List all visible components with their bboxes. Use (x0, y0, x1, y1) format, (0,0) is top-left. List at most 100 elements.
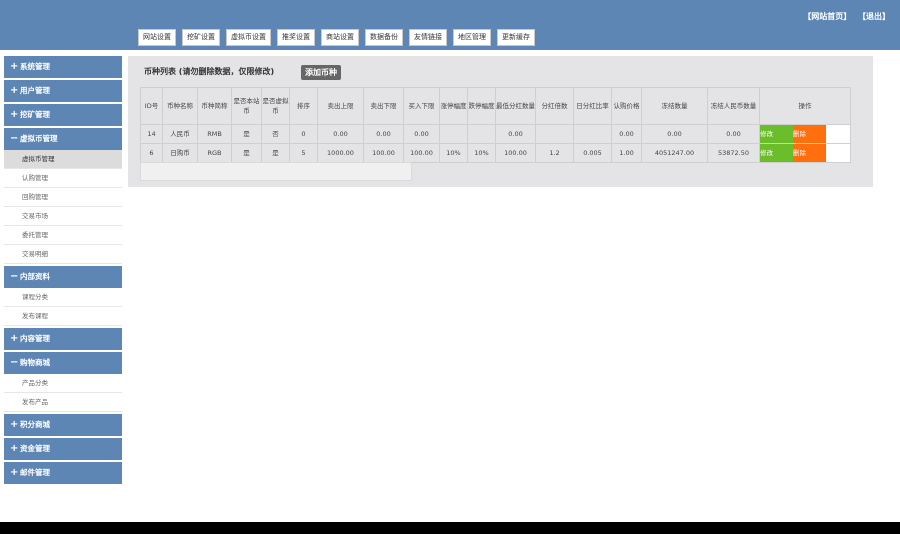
sidebar-group-label: 挖矿管理 (20, 110, 50, 119)
sidebar-group-points-mall[interactable]: + 积分商城 (4, 414, 122, 436)
delete-button[interactable]: 删除 (793, 125, 826, 143)
nav-region-button[interactable]: 地区管理 (453, 29, 491, 46)
sidebar-group-mail[interactable]: + 邮件管理 (4, 462, 122, 484)
table-cell: 0.00 (363, 124, 404, 144)
nav-site-settings-button[interactable]: 网站设置 (138, 29, 176, 46)
home-link[interactable]: 【网站首页】 (803, 12, 851, 21)
column-header: 涨停幅度 (439, 87, 468, 125)
page-title: 币种列表 (请勿删除数据，仅限修改) (144, 67, 275, 76)
column-header: 操作 (759, 87, 851, 125)
sidebar-group-shop[interactable]: − 购物商城 (4, 352, 122, 374)
nav-coin-settings-button[interactable]: 虚拟币设置 (226, 29, 271, 46)
table-cell: RMB (197, 124, 232, 144)
plus-icon: + (10, 443, 19, 454)
table-cell: 0.00 (611, 124, 642, 144)
bottom-bar (0, 522, 900, 534)
column-header: 分红倍数 (535, 87, 574, 125)
logout-link[interactable]: 【退出】 (858, 12, 890, 21)
table-cell: 0.005 (573, 143, 612, 163)
edit-button[interactable]: 修改 (760, 144, 793, 162)
minus-icon: − (10, 357, 19, 368)
table-cell: 100.00 (403, 143, 440, 163)
top-nav: 网站设置 挖矿设置 虚拟币设置 推奖设置 商站设置 数据备份 友情链接 地区管理… (138, 29, 541, 46)
add-coin-button[interactable]: 添加币种 (301, 65, 341, 80)
table-cell: 14 (140, 124, 163, 144)
submenu-internal-docs: 课程分类 发布课程 (4, 288, 122, 326)
sidebar-group-internal-docs[interactable]: − 内部资料 (4, 266, 122, 288)
column-header: ID号 (140, 87, 163, 125)
row-actions: 修改 删除 (759, 124, 851, 144)
column-header: 最低分红数量 (495, 87, 536, 125)
nav-reward-settings-button[interactable]: 推奖设置 (277, 29, 315, 46)
nav-mining-settings-button[interactable]: 挖矿设置 (182, 29, 220, 46)
table-cell: 人民币 (162, 124, 198, 144)
column-header: 日分红比率 (573, 87, 612, 125)
column-header: 冻结数量 (641, 87, 708, 125)
table-cell: 0.00 (641, 124, 708, 144)
table-cell: 100.00 (495, 143, 536, 163)
nav-shop-settings-button[interactable]: 商站设置 (321, 29, 359, 46)
sidebar-group-mining[interactable]: + 挖矿管理 (4, 104, 122, 126)
sidebar-group-label: 内容管理 (20, 334, 50, 343)
sidebar-group-label: 用户管理 (20, 86, 50, 95)
column-header: 排序 (289, 87, 318, 125)
table-cell: 4051247.00 (641, 143, 708, 163)
column-header: 认购价格 (611, 87, 642, 125)
sidebar-item-publish-product[interactable]: 发布产品 (4, 393, 122, 412)
column-header: 币种简称 (197, 87, 232, 125)
sidebar-group-users[interactable]: + 用户管理 (4, 80, 122, 102)
table-cell: 日购币 (162, 143, 198, 163)
sidebar-group-label: 邮件管理 (20, 468, 50, 477)
nav-backup-button[interactable]: 数据备份 (365, 29, 403, 46)
table-cell: 0.00 (317, 124, 364, 144)
submenu-shop: 产品分类 发布产品 (4, 374, 122, 412)
sidebar-group-funds[interactable]: + 资金管理 (4, 438, 122, 460)
sidebar-group-content[interactable]: + 内容管理 (4, 328, 122, 350)
sidebar-group-label: 积分商城 (20, 420, 50, 429)
column-header: 买入下限 (403, 87, 440, 125)
sidebar-group-label: 资金管理 (20, 444, 50, 453)
table-cell (573, 124, 612, 144)
table-cell: 100.00 (363, 143, 404, 163)
sidebar: + 系统管理 + 用户管理 + 挖矿管理 − 虚拟币管理 虚拟币管理 认购管理 回购管理… (4, 56, 122, 486)
table-cell: 是 (231, 143, 262, 163)
nav-friend-links-button[interactable]: 友情链接 (409, 29, 447, 46)
sidebar-item-subscription[interactable]: 认购管理 (4, 169, 122, 188)
table-cell: 0 (289, 124, 318, 144)
edit-button[interactable]: 修改 (760, 125, 793, 143)
nav-clear-cache-button[interactable]: 更新缓存 (497, 29, 535, 46)
table-cell: 0.00 (707, 124, 760, 144)
sidebar-item-buyback[interactable]: 回购管理 (4, 188, 122, 207)
table-cell: 53872.50 (707, 143, 760, 163)
table-cell: RGB (197, 143, 232, 163)
sidebar-item-product-category[interactable]: 产品分类 (4, 374, 122, 393)
table-cell: 是 (261, 143, 290, 163)
table-cell: 10% (439, 143, 468, 163)
sidebar-item-publish-course[interactable]: 发布课程 (4, 307, 122, 326)
plus-icon: + (10, 109, 19, 120)
coin-table: ID号 币种名称 币种简称 是否本站币 是否虚拟币 排序 卖出上限 卖出下限 买… (140, 87, 851, 163)
minus-icon: − (10, 133, 19, 144)
table-cell (535, 124, 574, 144)
table-cell: 5 (289, 143, 318, 163)
column-header: 冻结人民币数量 (707, 87, 760, 125)
plus-icon: + (10, 419, 19, 430)
sidebar-group-label: 购物商城 (20, 358, 50, 367)
sidebar-item-trade-details[interactable]: 交易明细 (4, 245, 122, 264)
sidebar-group-label: 虚拟币管理 (20, 134, 58, 143)
sidebar-item-course-category[interactable]: 课程分类 (4, 288, 122, 307)
delete-button[interactable]: 删除 (793, 144, 826, 162)
table-row: 6 日购币 RGB 是 是 5 1000.00 100.00 100.00 10… (140, 143, 851, 163)
column-header: 是否虚拟币 (261, 87, 290, 125)
table-cell: 10% (467, 143, 496, 163)
sidebar-item-orders[interactable]: 委托管理 (4, 226, 122, 245)
sidebar-group-virtual-coin[interactable]: − 虚拟币管理 (4, 128, 122, 150)
sidebar-item-coin-manage[interactable]: 虚拟币管理 (4, 150, 122, 169)
table-cell (439, 124, 468, 144)
column-header: 是否本站币 (231, 87, 262, 125)
sidebar-group-system[interactable]: + 系统管理 (4, 56, 122, 78)
coin-list-panel: 币种列表 (请勿删除数据，仅限修改) 添加币种 ID号 币种名称 币种简称 是否… (128, 56, 873, 187)
top-header: 【网站首页】 【退出】 网站设置 挖矿设置 虚拟币设置 推奖设置 商站设置 数据… (0, 0, 900, 50)
column-header: 卖出上限 (317, 87, 364, 125)
sidebar-item-market[interactable]: 交易市场 (4, 207, 122, 226)
